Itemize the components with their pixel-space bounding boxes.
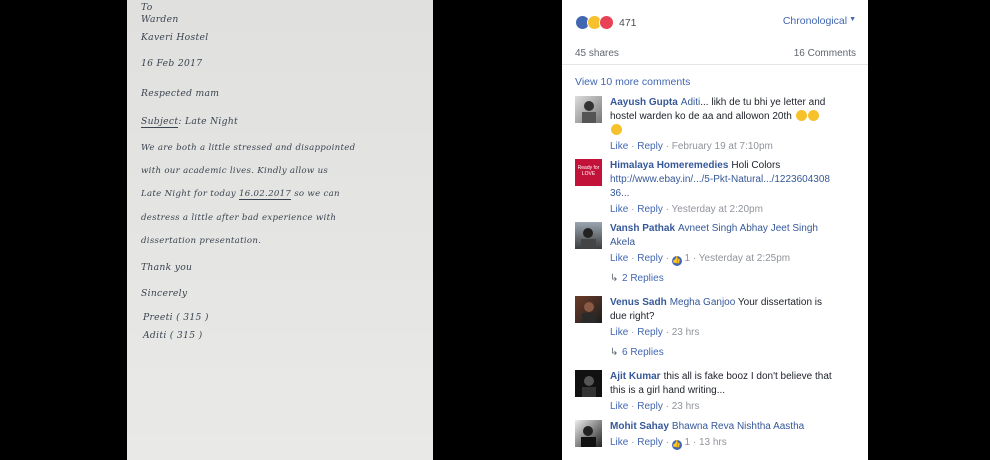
- reply-link[interactable]: Reply: [637, 401, 663, 412]
- letter-subject-label: Subject: [141, 116, 179, 128]
- reply-link[interactable]: Reply: [637, 141, 663, 152]
- avatar-caption: Ready for LOVE: [577, 165, 600, 177]
- sort-dropdown[interactable]: Chronological ▼: [783, 15, 856, 27]
- like-link[interactable]: Like: [610, 327, 628, 338]
- laughing-emoji-icon: [807, 110, 819, 121]
- comment-body: Vansh Pathak Avneet Singh Abhay Jeet Sing…: [610, 222, 835, 266]
- person-avatar-icon: [582, 302, 596, 323]
- laughing-emoji-icon: [795, 110, 807, 121]
- person-avatar-icon: [582, 101, 596, 123]
- letter-subject: Subject: Late Night: [141, 116, 239, 128]
- reaction-count: 471: [619, 16, 637, 29]
- comments-panel: 471 Chronological ▼ 45 shares 16 Comments…: [562, 0, 868, 460]
- letter-body-line-3-b: so we can: [294, 189, 340, 199]
- reply-arrow-icon: ↳: [610, 347, 619, 358]
- commenter-name[interactable]: Ajit Kumar: [610, 371, 661, 382]
- person-avatar-icon: [581, 228, 596, 249]
- avatar[interactable]: [575, 370, 602, 397]
- commenter-name[interactable]: Venus Sadh: [610, 297, 667, 308]
- reply-link[interactable]: Reply: [637, 253, 663, 264]
- reply-link[interactable]: Reply: [637, 327, 663, 338]
- person-avatar-icon: [581, 426, 596, 447]
- person-avatar-icon: [582, 376, 596, 397]
- like-link[interactable]: Like: [610, 437, 628, 448]
- letter-body-line-1: We are both a little stressed and disapp…: [141, 143, 356, 153]
- shares-count[interactable]: 45 shares: [575, 48, 619, 59]
- avatar[interactable]: Ready for LOVE: [575, 159, 602, 186]
- reply-link[interactable]: Reply: [637, 204, 663, 215]
- commenter-name[interactable]: Vansh Pathak: [610, 223, 675, 234]
- view-more-comments-link[interactable]: View 10 more comments: [575, 76, 690, 88]
- letter-body-line-3-date: 16.02.2017: [238, 189, 292, 200]
- comment-body: Himalaya Homeremedies Holi Colors http://…: [610, 159, 835, 217]
- comment-actions: Like · Reply · 23 hrs: [610, 327, 700, 338]
- photo-shading: [127, 0, 433, 460]
- tagged-user[interactable]: Bhawna Reva Nishtha Aastha: [672, 421, 804, 432]
- comment-timestamp[interactable]: Yesterday at 2:20pm: [672, 204, 763, 215]
- comment-body: Ajit Kumar this all is fake booz I don't …: [610, 370, 835, 414]
- letter-greeting: Respected mam: [141, 88, 220, 99]
- comments-count[interactable]: 16 Comments: [794, 48, 856, 59]
- avatar[interactable]: [575, 296, 602, 323]
- comment-timestamp[interactable]: 23 hrs: [672, 401, 700, 412]
- avatar[interactable]: [575, 222, 602, 249]
- comment-url-link[interactable]: http://www.ebay.in/.../5-Pkt-Natural.../…: [610, 174, 830, 199]
- comment-actions: Like · Reply · 👍 1 · Yesterday at 2:25pm: [610, 253, 791, 266]
- comment-timestamp[interactable]: Yesterday at 2:25pm: [699, 253, 790, 264]
- letter-sincerely: Sincerely: [141, 288, 188, 299]
- letter-warden: Warden: [141, 14, 179, 25]
- like-badge-icon: 👍: [671, 440, 682, 450]
- letter-thanks: Thank you: [141, 262, 193, 273]
- comment-actions: Like · Reply · 23 hrs: [610, 401, 700, 412]
- view-replies-link[interactable]: ↳ 2 Replies: [610, 273, 664, 284]
- reactions-summary[interactable]: 471: [575, 15, 637, 30]
- comment-body: Aayush Gupta Aditi... likh de tu bhi ye l…: [610, 96, 835, 154]
- comment-timestamp[interactable]: 13 hrs: [699, 437, 727, 448]
- commenter-name[interactable]: Aayush Gupta: [610, 97, 678, 108]
- letter-body-line-3-a: Late Night for today: [141, 189, 236, 199]
- grinning-emoji-icon: [611, 124, 622, 135]
- comment-actions: Like · Reply · February 19 at 7:10pm: [610, 141, 773, 152]
- comment-timestamp[interactable]: February 19 at 7:10pm: [672, 141, 773, 152]
- post-stats: 45 shares 16 Comments: [562, 42, 868, 65]
- like-link[interactable]: Like: [610, 253, 628, 264]
- view-replies-link[interactable]: ↳ 6 Replies: [610, 347, 664, 358]
- avatar[interactable]: [575, 420, 602, 447]
- reactions-bar: 471 Chronological ▼: [562, 0, 868, 40]
- like-link[interactable]: Like: [610, 401, 628, 412]
- replies-count: 2 Replies: [622, 273, 664, 284]
- tagged-user[interactable]: Aditi: [681, 97, 700, 108]
- replies-count: 6 Replies: [622, 347, 664, 358]
- comment-body: Venus Sadh Megha Ganjoo Your dissertation…: [610, 296, 835, 340]
- letter-signature-1: Preeti ( 315 ): [143, 312, 209, 323]
- comment-actions: Like · Reply · Yesterday at 2:20pm: [610, 204, 763, 215]
- love-reaction-icon: [599, 15, 614, 30]
- letter-body-line-2: with our academic lives. Kindly allow us: [141, 166, 329, 176]
- letter-body-line-5: dissertation presentation.: [141, 236, 262, 246]
- tagged-user[interactable]: Megha Ganjoo: [670, 297, 736, 308]
- letter-subject-text: : Late Night: [178, 116, 239, 127]
- commenter-name[interactable]: Mohit Sahay: [610, 421, 669, 432]
- like-link[interactable]: Like: [610, 204, 628, 215]
- comment-text: Holi Colors: [731, 160, 781, 171]
- sort-dropdown-label: Chronological: [782, 15, 848, 27]
- comment-timestamp[interactable]: 23 hrs: [672, 327, 700, 338]
- letter-photo: To Warden Kaveri Hostel 16 Feb 2017 Resp…: [127, 0, 433, 460]
- like-link[interactable]: Like: [610, 141, 628, 152]
- reply-arrow-icon: ↳: [610, 273, 619, 284]
- commenter-name[interactable]: Himalaya Homeremedies: [610, 160, 728, 171]
- letter-signature-2: Aditi ( 315 ): [143, 330, 203, 341]
- letter-to: To: [141, 2, 153, 13]
- letter-body-line-3: Late Night for today 16.02.2017 so we ca…: [141, 189, 340, 200]
- caret-down-icon: ▼: [849, 16, 856, 23]
- avatar[interactable]: [575, 96, 602, 123]
- like-badge-icon: 👍: [671, 256, 682, 266]
- letter-date: 16 Feb 2017: [141, 58, 203, 69]
- comment-body: Mohit Sahay Bhawna Reva Nishtha Aastha Li…: [610, 420, 835, 450]
- comment-actions: Like · Reply · 👍 1 · 13 hrs: [610, 437, 727, 450]
- reply-link[interactable]: Reply: [637, 437, 663, 448]
- letter-hostel: Kaveri Hostel: [141, 32, 209, 43]
- letter-body-line-4: destress a little after bad experience w…: [141, 213, 337, 223]
